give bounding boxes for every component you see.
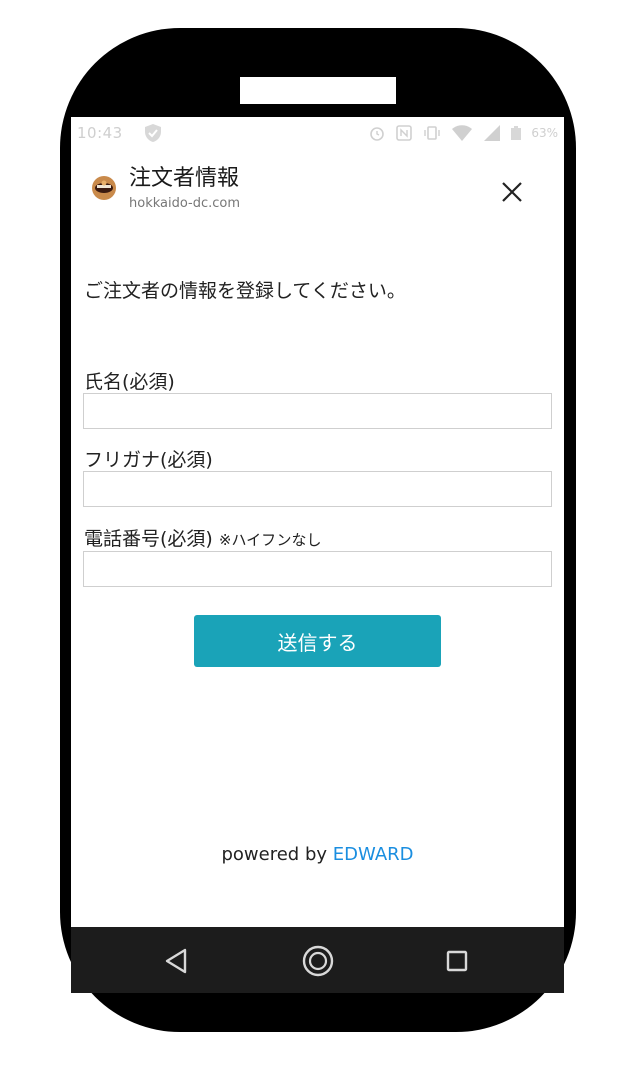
home-button[interactable]	[298, 941, 338, 981]
vibrate-icon	[423, 124, 441, 142]
close-button[interactable]	[495, 175, 529, 209]
status-icons: 63%	[369, 123, 558, 143]
furigana-input[interactable]	[83, 471, 552, 507]
intro-text: ご注文者の情報を登録してください。	[84, 280, 406, 302]
phone-label-text: 電話番号(必須)	[84, 528, 213, 550]
submit-button[interactable]: 送信する	[194, 615, 441, 667]
shield-icon	[143, 123, 163, 143]
powered-by: powered by EDWARD	[71, 844, 564, 865]
wifi-icon	[451, 124, 473, 142]
home-circle-icon	[302, 945, 334, 977]
back-button[interactable]	[156, 941, 196, 981]
back-triangle-icon	[165, 948, 187, 974]
status-time: 10:43	[77, 124, 123, 142]
signal-icon	[483, 124, 501, 142]
recents-square-icon	[446, 950, 468, 972]
dialog-domain: hokkaido-dc.com	[129, 196, 241, 211]
dialog-title: 注文者情報	[129, 166, 240, 191]
status-bar: 10:43 63%	[71, 117, 564, 149]
name-label-text: 氏名(必須)	[84, 371, 175, 393]
dialog-header: 注文者情報 hokkaido-dc.com	[71, 149, 564, 219]
battery-level: 63%	[531, 126, 558, 140]
battery-icon	[511, 126, 522, 140]
powered-by-text: powered by	[221, 844, 328, 865]
name-input[interactable]	[83, 393, 552, 429]
phone-speaker	[240, 77, 396, 104]
phone-screen: 10:43 63% 注文者情報 hokkaido-dc.com ご注文者の情報を…	[71, 117, 564, 993]
furigana-label-text: フリガナ(必須)	[84, 449, 213, 471]
close-icon	[502, 182, 522, 202]
name-label: 氏名(必須)	[84, 367, 175, 394]
edward-link[interactable]: EDWARD	[333, 844, 414, 865]
android-nav-bar	[71, 927, 564, 993]
recents-button[interactable]	[437, 941, 477, 981]
phone-note: ※ハイフンなし	[218, 531, 322, 549]
phone-input[interactable]	[83, 551, 552, 587]
nfc-icon	[395, 124, 413, 142]
site-favicon-icon	[91, 175, 117, 201]
alarm-icon	[369, 125, 385, 141]
phone-label: 電話番号(必須) ※ハイフンなし	[84, 524, 321, 551]
furigana-label: フリガナ(必須)	[84, 445, 213, 472]
